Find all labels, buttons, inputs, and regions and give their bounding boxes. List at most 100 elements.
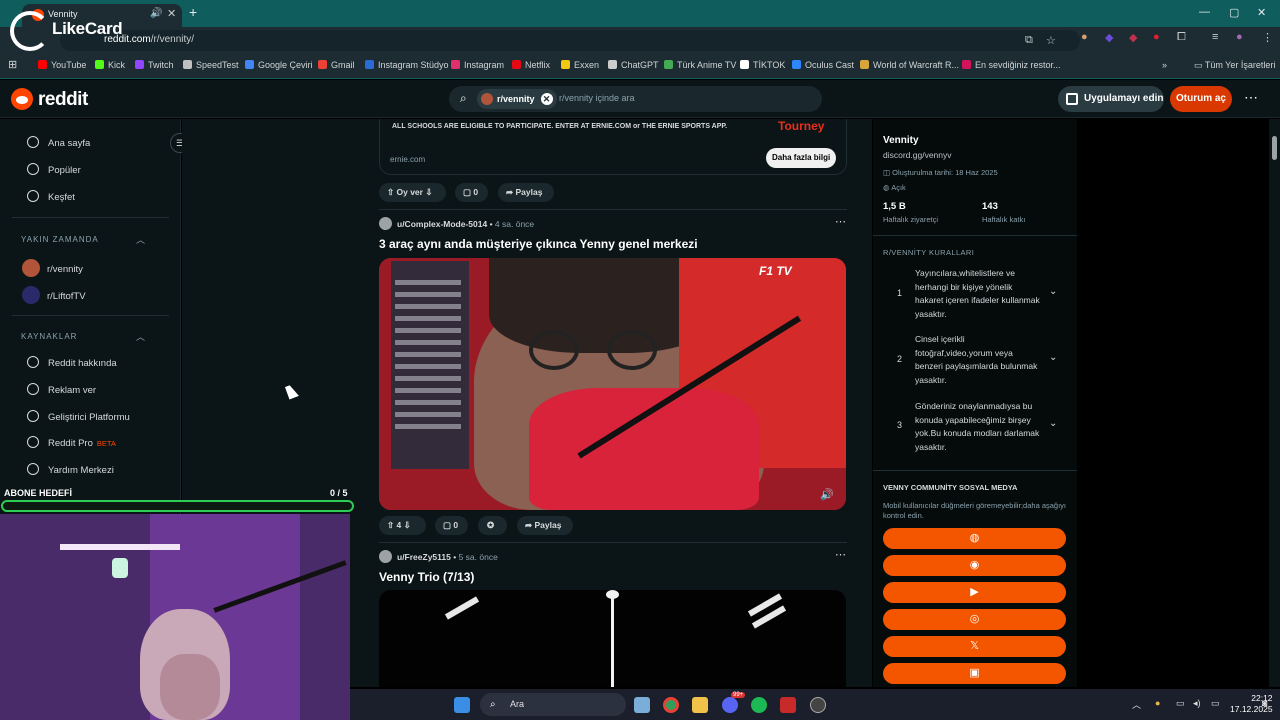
vote-pill[interactable]: ⇧ 4 ⇩ <box>379 516 426 535</box>
maximize-icon[interactable]: ▢ <box>1229 6 1239 19</box>
reading-list-icon[interactable]: ≡ <box>1212 31 1218 43</box>
sidebar-item-about-reddit[interactable]: Reddit hakkında <box>27 356 117 369</box>
rule-item[interactable]: 3 Gönderiniz onaylanmadıysa bu konuda ya… <box>873 398 1077 456</box>
chevron-down-icon[interactable]: ⌄ <box>1049 418 1057 429</box>
bookmarks-overflow-icon[interactable]: » <box>1162 60 1167 70</box>
post-title[interactable]: Venny Trio (7/13) <box>379 570 474 584</box>
chevron-up-icon[interactable]: ︿ <box>136 233 145 246</box>
spotify-icon[interactable] <box>751 697 767 713</box>
browser-menu-icon[interactable]: ⋮ <box>1262 31 1273 44</box>
comments-button[interactable]: ▢ 0 <box>435 516 468 535</box>
sidebar-item-vennity[interactable]: r/vennity <box>22 259 83 277</box>
address-bar[interactable]: reddit.com/r/vennity/ ⧉ ☆ <box>60 30 1080 51</box>
website-button[interactable]: ◍ <box>883 528 1066 549</box>
promoted-post[interactable]: ALL SCHOOLS ARE ELIGIBLE TO PARTICIPATE.… <box>379 119 847 175</box>
battery-icon[interactable]: ▭ <box>1211 698 1220 709</box>
volume-tray-icon[interactable]: ◂) <box>1193 698 1201 709</box>
bookmark-instagram-studio[interactable]: Instagram Stüdyo <box>365 60 449 70</box>
ad-domain[interactable]: ernie.com <box>390 155 425 164</box>
chevron-up-icon[interactable]: ︿ <box>136 330 145 343</box>
speaker-icon[interactable]: 🔊 <box>150 8 162 19</box>
search-subreddit-chip[interactable]: r/vennity ✕ <box>477 89 557 109</box>
twitch-button[interactable]: ▣ <box>883 663 1066 684</box>
taskbar-search[interactable]: ⌕ Ara <box>480 693 626 716</box>
vote-pill[interactable]: ⇧ Oy ver ⇩ <box>379 183 446 202</box>
community-link[interactable]: discord.gg/vennyv <box>883 150 952 160</box>
sidebar-item-help-center[interactable]: Yardım Merkezi <box>27 463 114 476</box>
recent-section-title[interactable]: YAKIN ZAMANDA <box>21 235 99 244</box>
search-input[interactable]: r/vennity içinde ara <box>559 93 635 103</box>
bookmark-kick[interactable]: Kick <box>95 60 125 70</box>
learn-more-button[interactable]: Daha fazla bilgi <box>766 148 837 168</box>
apps-grid-icon[interactable]: ⊞ <box>8 58 17 71</box>
clear-chip-icon[interactable]: ✕ <box>540 93 553 105</box>
cast-icon[interactable]: ⧉ <box>1025 34 1033 47</box>
youtube-button[interactable]: ▶ <box>883 582 1066 603</box>
extension-icon[interactable]: ● <box>1153 31 1160 43</box>
taskbar-app-icon[interactable] <box>634 697 650 713</box>
post-video[interactable] <box>379 590 846 687</box>
reddit-logo-icon[interactable] <box>11 88 33 110</box>
scrollbar-thumb[interactable] <box>1272 136 1277 160</box>
downvote-icon[interactable]: ⇩ <box>425 187 432 197</box>
resources-section-title[interactable]: KAYNAKLAR <box>21 332 77 341</box>
post-title[interactable]: 3 araç aynı anda müşteriye çıkınca Yenny… <box>379 237 698 251</box>
bookmark-google-translate[interactable]: Google Çeviri <box>245 60 313 70</box>
discord-taskbar-icon[interactable] <box>722 697 738 713</box>
sidebar-item-popular[interactable]: Popüler <box>27 163 81 176</box>
extension-icon[interactable]: ◆ <box>1105 31 1113 44</box>
bookmark-netflix[interactable]: Netflix <box>512 60 550 70</box>
sidebar-item-advertise[interactable]: Reklam ver <box>27 383 96 396</box>
sidebar-item-home[interactable]: Ana sayfa <box>27 136 90 149</box>
extension-icon[interactable]: ● <box>1081 31 1088 43</box>
downvote-icon[interactable]: ⇩ <box>404 520 411 530</box>
bookmark-star-icon[interactable]: ☆ <box>1046 34 1056 47</box>
bookmark-instagram[interactable]: Instagram <box>451 60 504 70</box>
bookmark-tiktok[interactable]: TİKTOK <box>740 60 785 70</box>
bookmark-restaurant[interactable]: En sevdiğiniz restor... <box>962 60 1061 70</box>
reddit-logo-text[interactable]: reddit <box>38 89 88 111</box>
bookmark-youtube[interactable]: YouTube <box>38 60 86 70</box>
rule-item[interactable]: 2 Cinsel içerikli fotoğraf,video,yorum v… <box>873 331 1077 389</box>
chrome-icon[interactable] <box>663 697 679 713</box>
sidebar-item-liftoftv[interactable]: r/LiftofTV <box>22 286 86 304</box>
more-options-icon[interactable]: ⋯ <box>1244 89 1258 106</box>
bookmark-gmail[interactable]: Gmail <box>318 60 355 70</box>
chevron-down-icon[interactable]: ⌄ <box>1049 286 1057 297</box>
bookmark-oculus-cast[interactable]: Oculus Cast <box>792 60 854 70</box>
tray-overflow-icon[interactable]: ︿ <box>1132 698 1141 711</box>
comments-button[interactable]: ▢ 0 <box>455 183 488 202</box>
discord-button[interactable]: ◉ <box>883 555 1066 576</box>
bookmark-twitch[interactable]: Twitch <box>135 60 174 70</box>
page-scrollbar[interactable] <box>1269 119 1280 687</box>
bookmark-speedtest[interactable]: SpeedTest <box>183 60 239 70</box>
post-video[interactable]: F1 TV 🔊 <box>379 258 846 510</box>
search-bar[interactable]: ⌕ r/vennity ✕ r/vennity içinde ara <box>449 86 822 112</box>
bookmark-world-of-warcraft[interactable]: World of Warcraft R... <box>860 60 959 70</box>
volume-icon[interactable]: 🔊 <box>820 488 834 501</box>
share-button[interactable]: ➦ Paylaş <box>498 183 554 202</box>
bookmark-exxen[interactable]: Exxen <box>561 60 599 70</box>
profile-avatar-icon[interactable]: ● <box>1236 31 1243 43</box>
post-options-icon[interactable]: ⋯ <box>835 215 846 228</box>
sidebar-item-reddit-pro[interactable]: Reddit Pro BETA <box>27 436 116 449</box>
new-tab-button[interactable]: + <box>189 4 197 20</box>
sidebar-item-explore[interactable]: Keşfet <box>27 190 75 203</box>
windows-start-icon[interactable] <box>454 697 470 713</box>
close-window-icon[interactable]: ✕ <box>1257 6 1266 19</box>
extensions-puzzle-icon[interactable]: ⧠ <box>1177 31 1186 44</box>
chevron-down-icon[interactable]: ⌄ <box>1049 352 1057 363</box>
share-button[interactable]: ➦ Paylaş <box>517 516 573 535</box>
minimize-icon[interactable]: — <box>1199 6 1210 18</box>
bookmark-turk-anime-tv[interactable]: Türk Anime TV <box>664 60 736 70</box>
upvote-icon[interactable]: ⇧ <box>387 520 394 530</box>
upvote-icon[interactable]: ⇧ <box>387 187 394 197</box>
sidebar-item-developer-platform[interactable]: Geliştirici Platformu <box>27 410 130 423</box>
obs-icon[interactable] <box>810 697 826 713</box>
login-button[interactable]: Oturum aç <box>1170 86 1232 112</box>
instagram-button[interactable]: ◎ <box>883 609 1066 630</box>
post-author[interactable]: u/FreeZy5115 <box>397 552 451 562</box>
x-button[interactable]: 𝕏 <box>883 636 1066 657</box>
get-app-button[interactable]: Uygulamayı edin <box>1058 86 1164 112</box>
bookmark-chatgpt[interactable]: ChatGPT <box>608 60 659 70</box>
